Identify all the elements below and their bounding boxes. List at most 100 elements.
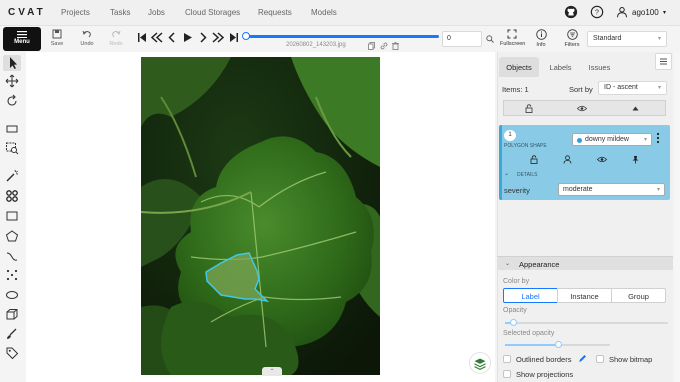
redo-button[interactable]: Redo <box>107 29 125 47</box>
object-label-value: downy mildew <box>585 136 629 143</box>
top-navigation: CVAT Projects Tasks Jobs Cloud Storages … <box>0 0 680 26</box>
brush-tool-icon[interactable] <box>5 327 19 341</box>
sidebar-scrollbar[interactable] <box>674 52 680 382</box>
svg-text:?: ? <box>595 10 599 17</box>
frame-image <box>141 57 380 375</box>
undo-icon <box>82 30 91 38</box>
tab-labels[interactable]: Labels <box>544 57 577 77</box>
fit-image-icon[interactable] <box>5 122 19 136</box>
opacity-slider[interactable] <box>505 319 668 326</box>
filters-label: Filters <box>564 42 580 48</box>
eye-object-icon[interactable] <box>597 156 607 163</box>
nav-jobs[interactable]: Jobs <box>148 8 165 17</box>
frame-filename: 20260802_143203.jpg <box>286 42 346 48</box>
color-picker-icon[interactable] <box>578 354 587 363</box>
frame-slider-handle[interactable] <box>242 32 250 40</box>
details-toggle[interactable]: DETAILS <box>517 172 537 178</box>
cuboid-tool-icon[interactable] <box>5 308 19 322</box>
github-icon[interactable] <box>564 5 578 19</box>
polyline-tool-icon[interactable] <box>5 249 19 263</box>
items-count: Items: 1 <box>502 85 529 94</box>
magic-wand-icon[interactable] <box>5 169 19 183</box>
save-button[interactable]: Save <box>48 29 66 47</box>
user-dropdown-chevron-icon[interactable]: ▾ <box>663 9 666 16</box>
user-icon[interactable] <box>616 6 628 18</box>
save-label: Save <box>50 41 64 47</box>
chevron-down-icon: ▾ <box>657 36 661 42</box>
undo-button[interactable]: Undo <box>78 29 96 47</box>
objects-header-actions <box>503 100 666 116</box>
sidebar-collapse-button[interactable] <box>655 53 672 70</box>
label-color-dot <box>577 138 582 143</box>
lock-object-icon[interactable] <box>530 155 538 164</box>
selected-opacity-slider-handle[interactable] <box>555 341 562 348</box>
sort-select[interactable]: ID - ascent ▾ <box>598 81 667 95</box>
opacity-slider-handle[interactable] <box>510 319 517 326</box>
nav-tasks[interactable]: Tasks <box>110 8 130 17</box>
layers-icon[interactable] <box>469 352 491 374</box>
copy-filename-icon[interactable] <box>368 42 375 50</box>
help-icon[interactable]: ? <box>590 5 604 19</box>
object-label-select[interactable]: downy mildew ▾ <box>572 133 652 146</box>
cvat-logo[interactable]: CVAT <box>8 7 46 18</box>
fast-backward-icon[interactable] <box>151 32 163 43</box>
cursor-icon[interactable] <box>3 55 21 71</box>
eye-all-icon[interactable] <box>577 105 587 112</box>
menu-button[interactable]: Menu <box>3 27 41 51</box>
rectangle-tool-icon[interactable] <box>5 209 19 223</box>
last-frame-icon[interactable] <box>229 32 239 43</box>
more-options-icon[interactable] <box>656 132 660 144</box>
show-bitmap-checkbox[interactable] <box>596 355 604 363</box>
first-frame-icon[interactable] <box>137 32 147 43</box>
rotate-icon[interactable] <box>5 94 19 108</box>
move-icon[interactable] <box>5 74 19 88</box>
color-by-group-option[interactable]: Group <box>611 288 666 303</box>
fullscreen-button[interactable]: Fullscreen <box>500 29 525 47</box>
link-icon[interactable] <box>380 42 388 50</box>
info-button[interactable]: Info <box>533 29 549 48</box>
collapse-handle-chevron-up-icon[interactable]: ⌃ <box>262 367 282 376</box>
color-by-label-option[interactable]: Label <box>503 288 558 303</box>
lock-all-icon[interactable] <box>525 104 533 113</box>
previous-frame-icon[interactable] <box>168 32 176 43</box>
next-frame-icon[interactable] <box>199 32 207 43</box>
points-tool-icon[interactable] <box>5 268 19 282</box>
play-icon[interactable] <box>183 32 193 43</box>
chevron-down-icon: ▾ <box>643 137 647 143</box>
color-by-instance-option[interactable]: Instance <box>557 288 612 303</box>
nav-requests[interactable]: Requests <box>258 8 292 17</box>
ai-tools-icon[interactable] <box>5 189 19 203</box>
show-projections-label: Show projections <box>516 370 574 379</box>
chevron-down-icon: ▾ <box>656 187 660 193</box>
search-frame-icon[interactable] <box>486 35 494 43</box>
delete-frame-icon[interactable] <box>392 42 399 50</box>
object-shape-type: POLYGON SHAPE <box>504 143 547 149</box>
fast-forward-icon[interactable] <box>212 32 224 43</box>
username[interactable]: ago100 <box>632 8 659 17</box>
pin-icon[interactable] <box>631 155 640 164</box>
tag-icon[interactable] <box>5 346 19 360</box>
outlined-borders-checkbox[interactable] <box>503 355 511 363</box>
attribute-value-select[interactable]: moderate ▾ <box>558 183 665 196</box>
filters-button[interactable]: Filters <box>562 29 582 48</box>
nav-cloud-storages[interactable]: Cloud Storages <box>185 8 240 17</box>
nav-models[interactable]: Models <box>311 8 337 17</box>
ellipse-tool-icon[interactable] <box>5 288 19 302</box>
frame-slider[interactable] <box>242 32 439 40</box>
polygon-tool-icon[interactable] <box>5 229 19 243</box>
tab-objects[interactable]: Objects <box>499 57 539 77</box>
collapse-all-icon[interactable] <box>632 106 639 111</box>
show-projections-checkbox[interactable] <box>503 370 511 378</box>
details-chevron-icon[interactable]: ⌄ <box>504 170 509 177</box>
zoom-region-icon[interactable] <box>5 141 19 155</box>
occluded-user-icon[interactable] <box>563 155 572 164</box>
workspace-select[interactable]: Standard ▾ <box>587 31 667 47</box>
frame-number-input[interactable]: 0 <box>442 31 482 47</box>
selected-opacity-slider[interactable] <box>505 341 610 348</box>
nav-projects[interactable]: Projects <box>61 8 90 17</box>
info-label: Info <box>536 42 546 48</box>
chevron-down-icon: ▾ <box>657 85 661 91</box>
tab-issues[interactable]: Issues <box>584 57 615 77</box>
opacity-label: Opacity <box>503 307 527 314</box>
appearance-header[interactable]: ⌄ Appearance <box>497 256 673 270</box>
